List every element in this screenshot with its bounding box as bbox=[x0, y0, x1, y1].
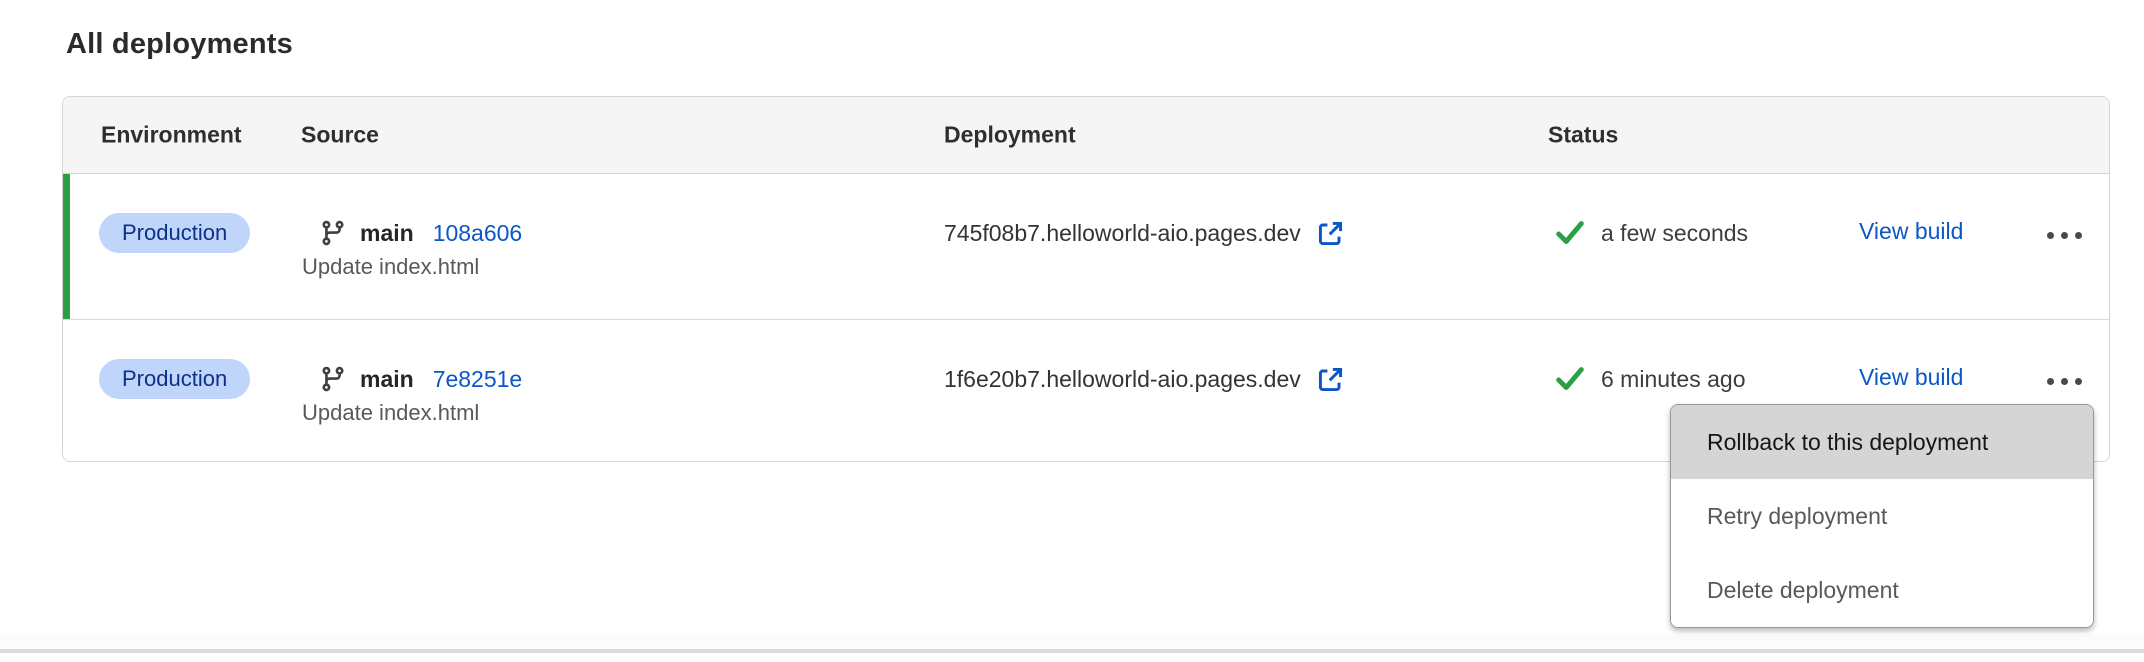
environment-badge: Production bbox=[99, 213, 250, 253]
table-row: Production main 108a606 Update index.htm… bbox=[63, 174, 2109, 319]
success-check-icon bbox=[1553, 362, 1587, 396]
menu-item-delete[interactable]: Delete deployment bbox=[1671, 553, 2093, 627]
status-time: 6 minutes ago bbox=[1601, 366, 1745, 393]
success-check-icon bbox=[1553, 216, 1587, 250]
current-deployment-indicator bbox=[63, 174, 70, 319]
view-build-link[interactable]: View build bbox=[1859, 218, 1963, 245]
table-header-row: Environment Source Deployment Status bbox=[63, 97, 2109, 174]
page-title: All deployments bbox=[66, 28, 293, 61]
external-link-icon[interactable] bbox=[1315, 364, 1346, 395]
deployment-url: 745f08b7.helloworld-aio.pages.dev bbox=[944, 220, 1301, 247]
column-header-deployment: Deployment bbox=[944, 122, 1076, 149]
branch-name: main bbox=[360, 220, 414, 247]
deployment-cell: 745f08b7.helloworld-aio.pages.dev bbox=[944, 218, 1346, 248]
source-cell: main 108a606 bbox=[319, 218, 522, 248]
environment-badge: Production bbox=[99, 359, 250, 399]
external-link-icon[interactable] bbox=[1315, 218, 1346, 249]
column-header-environment: Environment bbox=[101, 122, 242, 149]
view-build-link[interactable]: View build bbox=[1859, 364, 1963, 391]
deployment-url: 1f6e20b7.helloworld-aio.pages.dev bbox=[944, 366, 1301, 393]
column-header-status: Status bbox=[1548, 122, 1618, 149]
git-branch-icon bbox=[319, 219, 347, 247]
row-actions-context-menu: Rollback to this deployment Retry deploy… bbox=[1670, 404, 2094, 628]
branch-name: main bbox=[360, 366, 414, 393]
menu-item-rollback[interactable]: Rollback to this deployment bbox=[1671, 405, 2093, 479]
deployment-cell: 1f6e20b7.helloworld-aio.pages.dev bbox=[944, 364, 1346, 394]
status-time: a few seconds bbox=[1601, 220, 1748, 247]
menu-item-retry[interactable]: Retry deployment bbox=[1671, 479, 2093, 553]
row-actions-menu-button[interactable] bbox=[2043, 226, 2086, 245]
source-cell: main 7e8251e bbox=[319, 364, 522, 394]
commit-link[interactable]: 7e8251e bbox=[433, 366, 523, 393]
section-divider bbox=[0, 635, 2144, 653]
git-branch-icon bbox=[319, 365, 347, 393]
status-cell: a few seconds bbox=[1553, 216, 1748, 250]
commit-link[interactable]: 108a606 bbox=[433, 220, 523, 247]
commit-message: Update index.html bbox=[302, 254, 479, 280]
row-actions-menu-button[interactable] bbox=[2043, 372, 2086, 391]
commit-message: Update index.html bbox=[302, 400, 479, 426]
column-header-source: Source bbox=[301, 122, 379, 149]
status-cell: 6 minutes ago bbox=[1553, 362, 1745, 396]
